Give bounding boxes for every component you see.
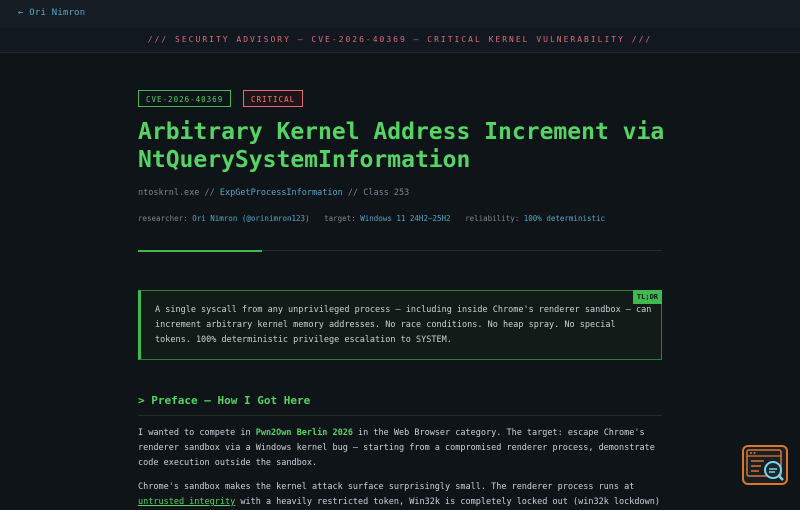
- terminal-search-button[interactable]: [742, 445, 788, 485]
- untrusted-integrity-link[interactable]: untrusted integrity: [138, 497, 235, 507]
- researcher-value: Ori Nimron (@orinimron123): [192, 214, 310, 223]
- divider-accent: [138, 250, 262, 252]
- page-title: Arbitrary Kernel Address Increment via N…: [138, 119, 665, 173]
- function-name: ExpGetProcessInformation: [219, 188, 343, 198]
- pwn2own-link[interactable]: Pwn2Own Berlin 2026: [256, 428, 353, 438]
- tldr-box: TL;DR A single syscall from any unprivil…: [138, 290, 662, 360]
- article-meta: researcher: Ori Nimron (@orinimron123) t…: [138, 214, 605, 223]
- researcher-label: researcher:: [138, 214, 188, 223]
- binary-name: ntoskrnl.exe: [138, 188, 200, 198]
- paragraph: Chrome's sandbox makes the kernel attack…: [138, 480, 662, 510]
- section-heading: > Preface — How I Got Here: [138, 394, 311, 407]
- tldr-tag: TL;DR: [632, 290, 662, 304]
- paragraph: I wanted to compete in Pwn2Own Berlin 20…: [138, 426, 662, 471]
- reliability-value: 100% deterministic: [523, 214, 606, 223]
- info-class: Class 253: [363, 188, 410, 198]
- separator: //: [199, 188, 220, 198]
- separator: //: [342, 188, 364, 198]
- target-label: target:: [324, 214, 356, 223]
- function-path: ntoskrnl.exe // ExpGetProcessInformation…: [138, 188, 409, 198]
- paragraph-text: I wanted to compete in: [138, 428, 256, 438]
- advisory-banner: /// SECURITY ADVISORY — CVE-2026-40369 —…: [0, 28, 800, 53]
- cve-badge: CVE-2026-40369: [138, 90, 232, 107]
- terminal-search-icon: [746, 449, 784, 481]
- back-link[interactable]: ← Ori Nimron: [18, 8, 85, 18]
- paragraph-text: with a heavily restricted token, Win32k …: [235, 497, 660, 507]
- reliability-label: reliability:: [465, 214, 520, 223]
- target-value: Windows 11 24H2–25H2: [360, 214, 451, 223]
- paragraph-text: Chrome's sandbox makes the kernel attack…: [138, 482, 635, 492]
- section-divider: [138, 415, 662, 416]
- top-bar: ← Ori Nimron: [0, 0, 800, 29]
- severity-badge: CRITICAL: [243, 90, 304, 107]
- tldr-text: A single syscall from any unprivileged p…: [155, 305, 652, 345]
